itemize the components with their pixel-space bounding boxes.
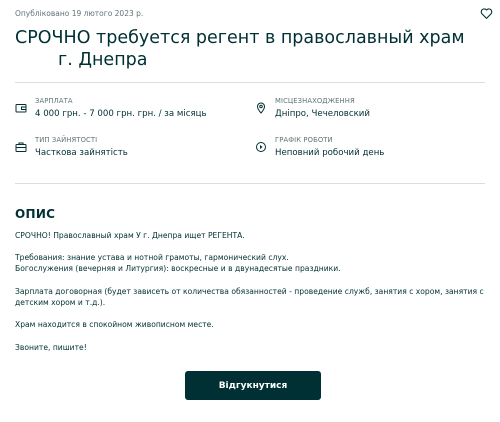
description-paragraph: детским хором и т.д.). (15, 298, 106, 307)
description-paragraph: Богослужения (вечерняя и Литургия): воск… (15, 264, 341, 273)
job-title: СРОЧНО требуется регент в православный х… (15, 27, 475, 71)
employment-type-info: ТИП ЗАЙНЯТОСТІ Часткова зайнятість (15, 136, 235, 162)
employment-type-label: ТИП ЗАЙНЯТОСТІ (35, 136, 98, 144)
location-pin-icon (256, 102, 266, 114)
salary-info: ЗАРПЛАТА 4 000 грн. - 7 000 грн. грн. / … (15, 97, 235, 123)
schedule-value: Неповний робочий день (275, 148, 385, 158)
employment-type-value: Часткова зайнятість (35, 148, 128, 158)
location-value: Дніпро, Чечеловский (275, 109, 370, 119)
briefcase-icon (15, 142, 27, 152)
schedule-label: ГРАФІК РОБОТИ (275, 136, 333, 144)
description-paragraph: СРОЧНО! Православный храм У г. Днепра ищ… (15, 231, 245, 240)
description-paragraph: Зарплата договорная (будет зависеть от к… (15, 287, 484, 296)
published-date: Опубліковано 19 лютого 2023 р. (15, 9, 144, 18)
divider (15, 183, 485, 184)
location-label: МІСЦЕЗНАХОДЖЕННЯ (275, 97, 355, 105)
apply-button[interactable]: Відгукнутися (185, 371, 321, 400)
description-paragraph: Требования: знание устава и нотной грамо… (15, 253, 289, 262)
salary-value: 4 000 грн. - 7 000 грн. грн. / за місяць (35, 109, 207, 119)
divider (15, 82, 485, 83)
description-paragraph: Звоните, пишите! (15, 343, 87, 352)
location-info: МІСЦЕЗНАХОДЖЕННЯ Дніпро, Чечеловский (255, 97, 475, 123)
job-title-line2: г. Днепра (58, 50, 148, 70)
salary-label: ЗАРПЛАТА (35, 97, 73, 105)
description-paragraph: Храм находится в спокойном живописном ме… (15, 320, 214, 329)
heart-icon[interactable] (480, 7, 493, 20)
clock-icon (256, 142, 266, 152)
schedule-info: ГРАФІК РОБОТИ Неповний робочий день (255, 136, 475, 162)
wallet-icon (15, 104, 27, 113)
job-title-line1: СРОЧНО требуется регент в православный х… (15, 28, 465, 48)
description-heading: ОПИС (15, 207, 56, 221)
